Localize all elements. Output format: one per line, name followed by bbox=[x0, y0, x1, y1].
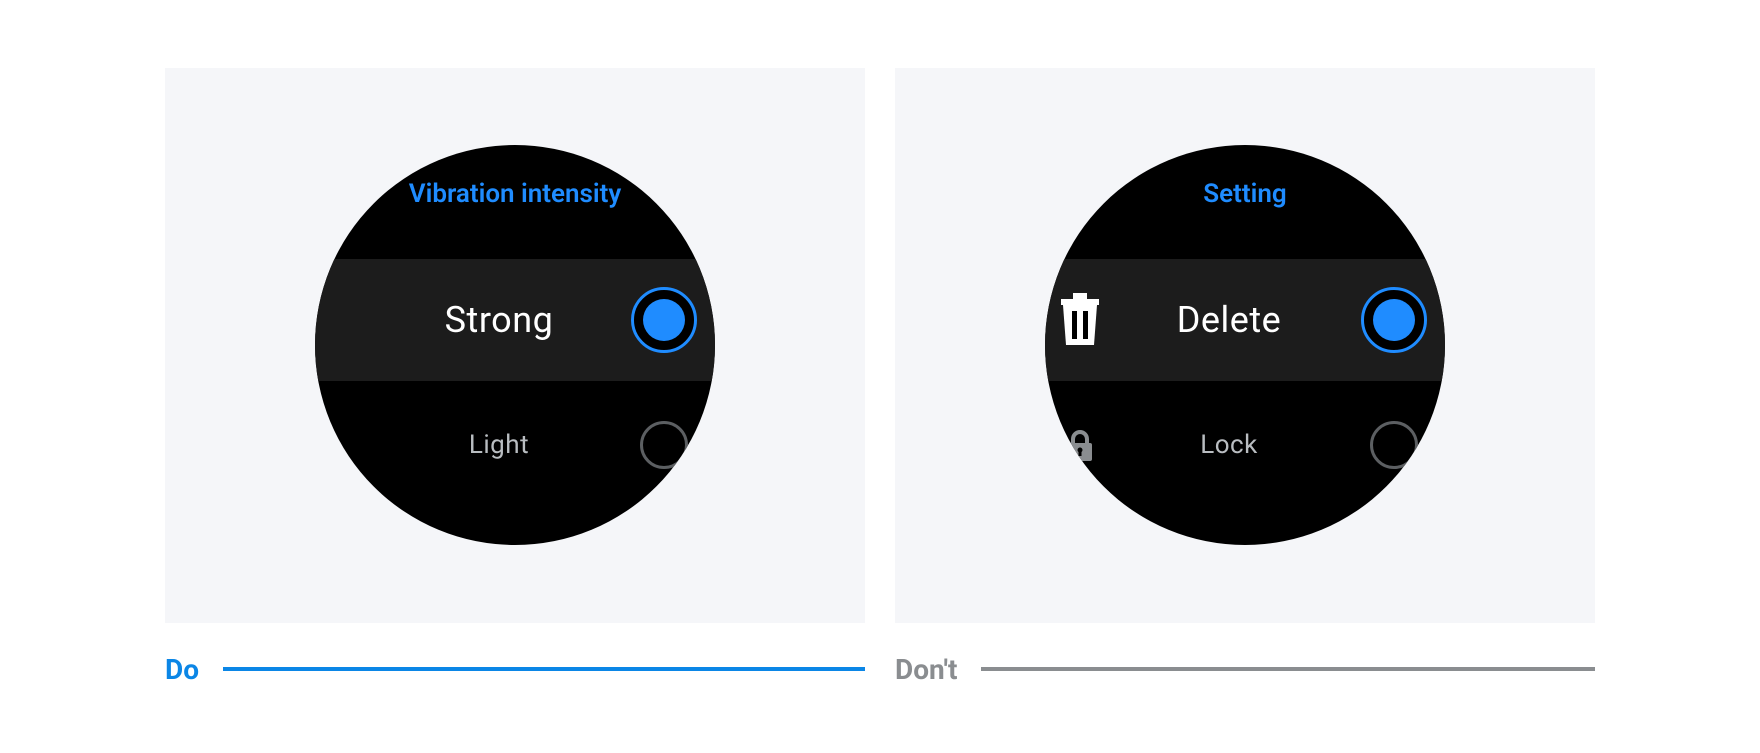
dont-panel: Setting Delete bbox=[895, 68, 1595, 623]
radio-unselected-icon bbox=[1370, 421, 1418, 469]
trash-icon bbox=[1045, 293, 1115, 347]
radio-selected-icon bbox=[1361, 287, 1427, 353]
option-label: Light bbox=[385, 430, 613, 460]
radio-option-light[interactable]: Light bbox=[315, 405, 715, 485]
do-caption: Do bbox=[165, 653, 865, 686]
radio-option-lock[interactable]: Lock bbox=[1045, 405, 1445, 485]
option-label: Delete bbox=[1115, 299, 1343, 341]
screen-header: Vibration intensity bbox=[315, 179, 715, 209]
radio-option-strong[interactable]: Strong bbox=[315, 259, 715, 381]
screen-header: Setting bbox=[1045, 179, 1445, 209]
lock-icon bbox=[1045, 429, 1115, 461]
do-panel: Vibration intensity Strong Light bbox=[165, 68, 865, 623]
radio-option-delete[interactable]: Delete bbox=[1045, 259, 1445, 381]
option-label: Strong bbox=[385, 299, 613, 341]
do-column: Vibration intensity Strong Light Do bbox=[165, 68, 865, 686]
radio-unselected-icon bbox=[640, 421, 688, 469]
dont-caption: Don't bbox=[895, 653, 1595, 686]
do-label: Do bbox=[165, 653, 199, 686]
radio-indicator bbox=[1343, 287, 1445, 353]
dont-column: Setting Delete bbox=[895, 68, 1595, 686]
radio-indicator bbox=[1343, 421, 1445, 469]
watch-face-dont: Setting Delete bbox=[1045, 145, 1445, 545]
dont-label: Don't bbox=[895, 653, 957, 686]
do-rule bbox=[223, 667, 865, 671]
radio-indicator bbox=[613, 421, 715, 469]
dont-rule bbox=[981, 667, 1595, 671]
comparison-container: Vibration intensity Strong Light Do bbox=[165, 68, 1595, 686]
radio-selected-icon bbox=[631, 287, 697, 353]
watch-face-do: Vibration intensity Strong Light bbox=[315, 145, 715, 545]
option-label: Lock bbox=[1115, 430, 1343, 460]
radio-indicator bbox=[613, 287, 715, 353]
